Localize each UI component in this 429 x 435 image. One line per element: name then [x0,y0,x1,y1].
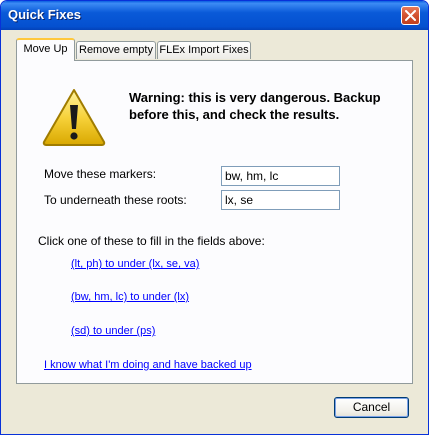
roots-label: To underneath these roots: [44,193,187,207]
close-button[interactable] [401,6,420,25]
confirm-backup-link[interactable]: I know what I'm doing and have backed up [44,359,252,371]
warning-message: Warning: this is very dangerous. Backup … [129,90,381,122]
warning-icon [42,89,106,146]
tab-move-up[interactable]: Move Up [16,38,75,61]
close-icon [405,10,416,21]
tab-flex-import-fixes[interactable]: FLEx Import Fixes [157,41,251,59]
preset-link-1[interactable]: (lt, ph) to under (lx, se, va) [71,258,199,270]
roots-field[interactable]: lx, se [221,190,340,210]
tab-remove-empty[interactable]: Remove empty [76,41,156,59]
window-title: Quick Fixes [8,7,81,22]
markers-label: Move these markers: [44,167,157,181]
cancel-button[interactable]: Cancel [334,397,409,418]
title-bar[interactable]: Quick Fixes [1,1,428,30]
instructions-text: Click one of these to fill in the fields… [38,234,265,248]
preset-link-2[interactable]: (bw, hm, lc) to under (lx) [71,291,189,303]
markers-field[interactable]: bw, hm, lc [221,166,340,186]
preset-link-3[interactable]: (sd) to under (ps) [71,325,155,337]
